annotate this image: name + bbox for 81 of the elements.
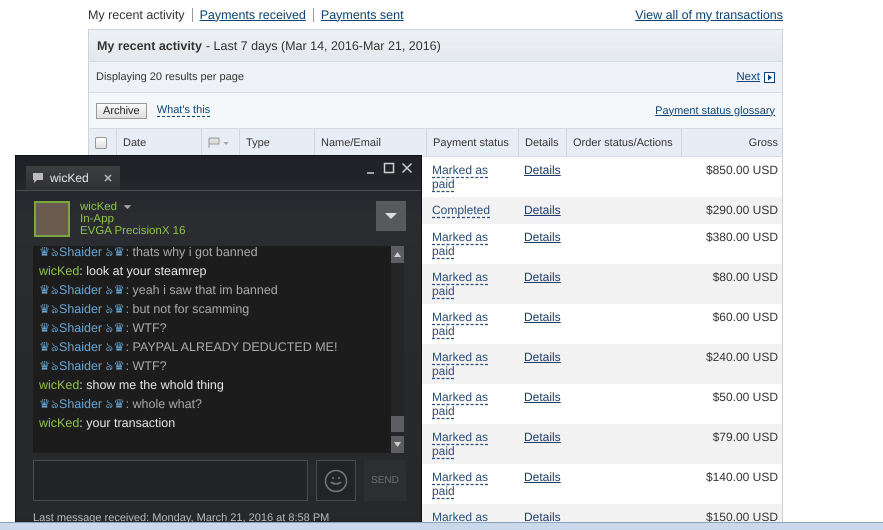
whats-this-link[interactable]: What's this — [156, 104, 210, 117]
nav-tab[interactable]: My recent activity — [88, 8, 192, 22]
payment-status-link[interactable]: Marked as paid — [432, 163, 512, 191]
details-link[interactable]: Details — [524, 510, 561, 524]
caret-icon — [385, 210, 397, 222]
gross-amount: $240.00 USD — [706, 350, 778, 364]
chat-message: ♛ঌShaider ঌ♛: WTF? — [39, 320, 168, 337]
scroll-up-icon[interactable] — [391, 246, 404, 263]
contact-status: In-App — [80, 213, 115, 225]
nav-tab[interactable]: Payments received — [192, 8, 313, 22]
column-header[interactable]: Name/Email — [321, 136, 381, 148]
column-header[interactable]: Type — [246, 136, 270, 148]
chat-message: wicKed: look at your steamrep — [39, 263, 208, 280]
chat-message: ♛ঌShaider ঌ♛: whole what? — [39, 396, 203, 413]
payment-status-link[interactable]: Marked as paid — [432, 230, 512, 258]
status-glossary-link[interactable]: Payment status glossary — [655, 104, 775, 116]
view-all-link[interactable]: View all of my transactions — [635, 8, 783, 22]
details-link[interactable]: Details — [524, 230, 561, 244]
caret-icon[interactable] — [123, 202, 132, 212]
payment-status-link[interactable]: Marked as paid — [432, 350, 512, 378]
speech-bubble-icon — [32, 172, 44, 184]
gross-amount: $850.00 USD — [706, 163, 778, 177]
details-link[interactable]: Details — [524, 350, 561, 364]
close-icon[interactable] — [401, 162, 413, 174]
dropdown-button[interactable] — [376, 201, 406, 231]
gross-amount: $50.00 USD — [712, 390, 778, 404]
chat-message: wicKed: show me the whold thing — [39, 377, 225, 394]
archive-button[interactable]: Archive — [96, 102, 147, 118]
gross-amount: $290.00 USD — [706, 203, 778, 217]
emoji-button[interactable] — [316, 460, 356, 501]
column-header[interactable]: Date — [123, 136, 146, 148]
panel-title: My recent activity — [97, 38, 202, 52]
scroll-down-icon[interactable] — [391, 436, 404, 453]
details-link[interactable]: Details — [524, 310, 561, 324]
message-input[interactable] — [33, 460, 308, 501]
nav-tab[interactable]: Payments sent — [312, 8, 411, 22]
next-link[interactable]: Next — [736, 71, 775, 83]
column-header[interactable]: Payment status — [433, 136, 509, 148]
payment-status-link[interactable]: Marked as paid — [432, 310, 512, 338]
scroll-thumb[interactable] — [391, 416, 404, 432]
chat-message: ♛ঌShaider ঌ♛: thats why i got banned — [39, 244, 259, 261]
details-link[interactable]: Details — [524, 270, 561, 284]
details-link[interactable]: Details — [524, 430, 561, 444]
chat-tab[interactable]: wicKed — [26, 166, 120, 190]
details-link[interactable]: Details — [524, 203, 561, 217]
contact-game: EVGA PrecisionX 16 — [80, 225, 186, 237]
details-link[interactable]: Details — [524, 390, 561, 404]
payment-status-link[interactable]: Marked as paid — [432, 430, 512, 458]
chat-message: ♛ঌShaider ঌ♛: yeah i saw that im banned — [39, 282, 279, 299]
chat-message: ♛ঌShaider ঌ♛: PAYPAL ALREADY DEDUCTED ME! — [39, 339, 338, 356]
payment-status-link[interactable]: Marked as paid — [432, 390, 512, 418]
column-header[interactable]: Details — [525, 136, 559, 148]
scrollbar[interactable] — [391, 246, 404, 453]
select-all-checkbox[interactable] — [95, 136, 107, 148]
avatar-placeholder — [34, 201, 70, 237]
date-range: - Last 7 days (Mar 14, 2016-Mar 21, 2016) — [206, 38, 441, 52]
maximize-icon[interactable] — [383, 162, 395, 174]
chat-message: ♛ঌShaider ঌ♛: but not for scamming — [39, 301, 250, 318]
gross-amount: $80.00 USD — [712, 270, 778, 284]
last-message-info: Last message received: Monday, March 21, 2016 at 8:58 PM — [32, 511, 330, 524]
gross-amount: $380.00 USD — [706, 230, 778, 244]
column-header[interactable]: Gross — [748, 136, 778, 148]
chat-message: ♛ঌShaider ঌ♛: WTF? — [39, 358, 168, 375]
contact-name[interactable]: wicKed — [80, 201, 118, 213]
chat-message: wicKed: your transaction — [39, 415, 176, 432]
chat-tab-label: wicKed — [50, 171, 90, 185]
payment-status-link[interactable]: Marked as — [432, 510, 488, 524]
smiley-icon — [324, 468, 348, 492]
details-link[interactable]: Details — [524, 470, 561, 484]
payment-status-link[interactable]: Completed — [432, 203, 490, 217]
gross-amount: $150.00 USD — [706, 510, 778, 524]
gross-amount: $60.00 USD — [712, 310, 778, 324]
gross-amount: $79.00 USD — [712, 430, 778, 444]
payment-status-link[interactable]: Marked as paid — [432, 470, 512, 498]
column-header[interactable]: Order status/Actions — [573, 136, 673, 148]
results-per-page: Displaying 20 results per page — [96, 71, 244, 83]
close-icon[interactable] — [102, 172, 114, 184]
payment-status-link[interactable]: Marked as paid — [432, 270, 512, 298]
flag-filter-icon[interactable] — [208, 136, 230, 148]
gross-amount: $140.00 USD — [706, 470, 778, 484]
details-link[interactable]: Details — [524, 163, 561, 177]
